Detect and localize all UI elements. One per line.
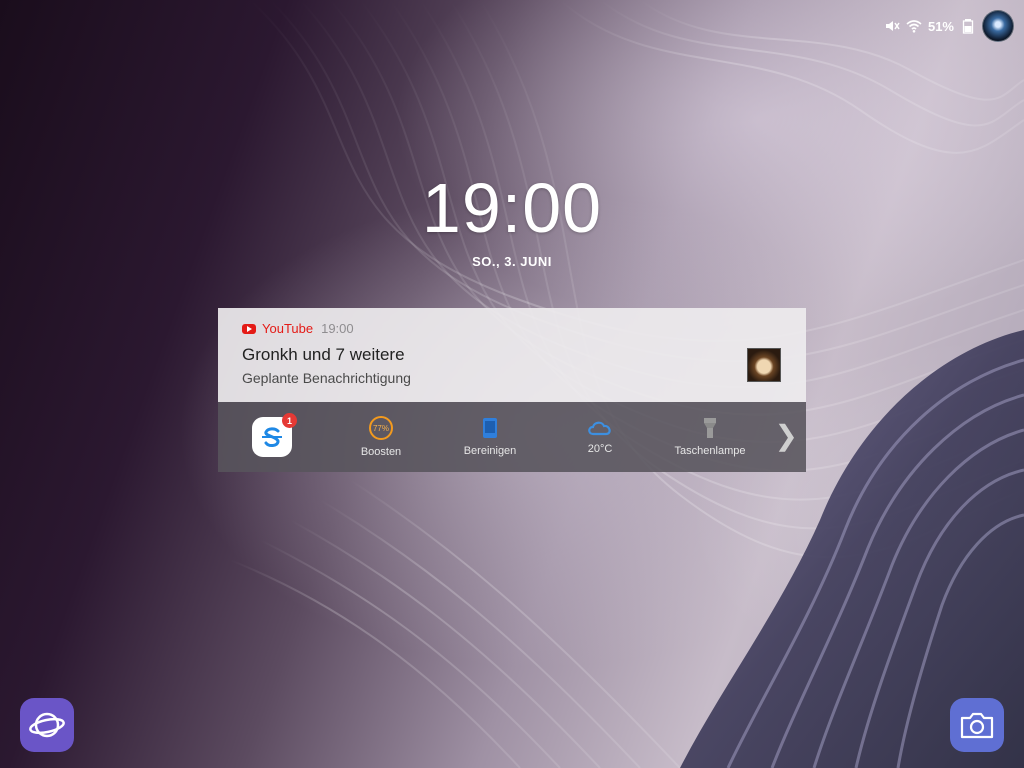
security-app-icon — [262, 427, 282, 447]
mute-icon — [885, 21, 900, 31]
weather-button[interactable]: 20°C — [555, 402, 645, 472]
notification-app-name: YouTube — [262, 321, 314, 336]
boost-gauge-icon: 77% — [369, 416, 393, 440]
internet-browser-shortcut[interactable] — [20, 698, 74, 752]
notification-header: YouTube 19:00 — [242, 321, 354, 336]
notification-thumbnail — [747, 348, 781, 382]
chevron-right-icon[interactable]: ❯ — [775, 420, 798, 452]
clean-label: Bereinigen — [463, 445, 517, 457]
notification-time: 19:00 — [321, 321, 354, 336]
weather-label: 20°C — [587, 443, 613, 455]
battery-percentage: 51% — [927, 18, 954, 34]
notification-text: Geplante Benachrichtigung — [242, 370, 411, 386]
phone-clean-icon — [483, 418, 497, 438]
flashlight-button[interactable]: Taschenlampe — [665, 402, 755, 472]
lock-screen-clock: 19:00 — [421, 169, 603, 247]
internet-browser-icon — [29, 712, 65, 738]
quick-action-bar: 1 77% Boosten Bereinigen 20°C Taschenlam… — [218, 402, 806, 472]
boost-button[interactable]: 77% Boosten — [336, 402, 426, 472]
cloud-weather-icon — [588, 421, 611, 436]
notification-badge: 1 — [282, 413, 297, 428]
youtube-notification[interactable]: YouTube 19:00 Gronkh und 7 weitere Gepla… — [218, 308, 806, 402]
lock-screen: 51% 19:00 SO., 3. JUNI YouTube 19:00 Gro… — [0, 0, 1024, 768]
lock-screen-date: SO., 3. JUNI — [472, 254, 552, 269]
flashlight-icon — [704, 418, 716, 438]
notification-title: Gronkh und 7 weitere — [242, 345, 405, 364]
wifi-icon — [906, 20, 922, 33]
clean-button[interactable]: Bereinigen — [445, 402, 535, 472]
user-avatar[interactable] — [982, 10, 1014, 42]
flashlight-label: Taschenlampe — [674, 445, 746, 457]
boost-label: Boosten — [360, 446, 402, 458]
camera-shortcut[interactable] — [950, 698, 1004, 752]
status-bar: 51% — [884, 10, 1014, 42]
battery-icon — [962, 19, 974, 34]
security-app-button[interactable]: 1 — [252, 413, 297, 457]
youtube-icon — [242, 323, 256, 334]
camera-icon — [960, 712, 994, 739]
boost-percent: 77% — [372, 423, 389, 433]
